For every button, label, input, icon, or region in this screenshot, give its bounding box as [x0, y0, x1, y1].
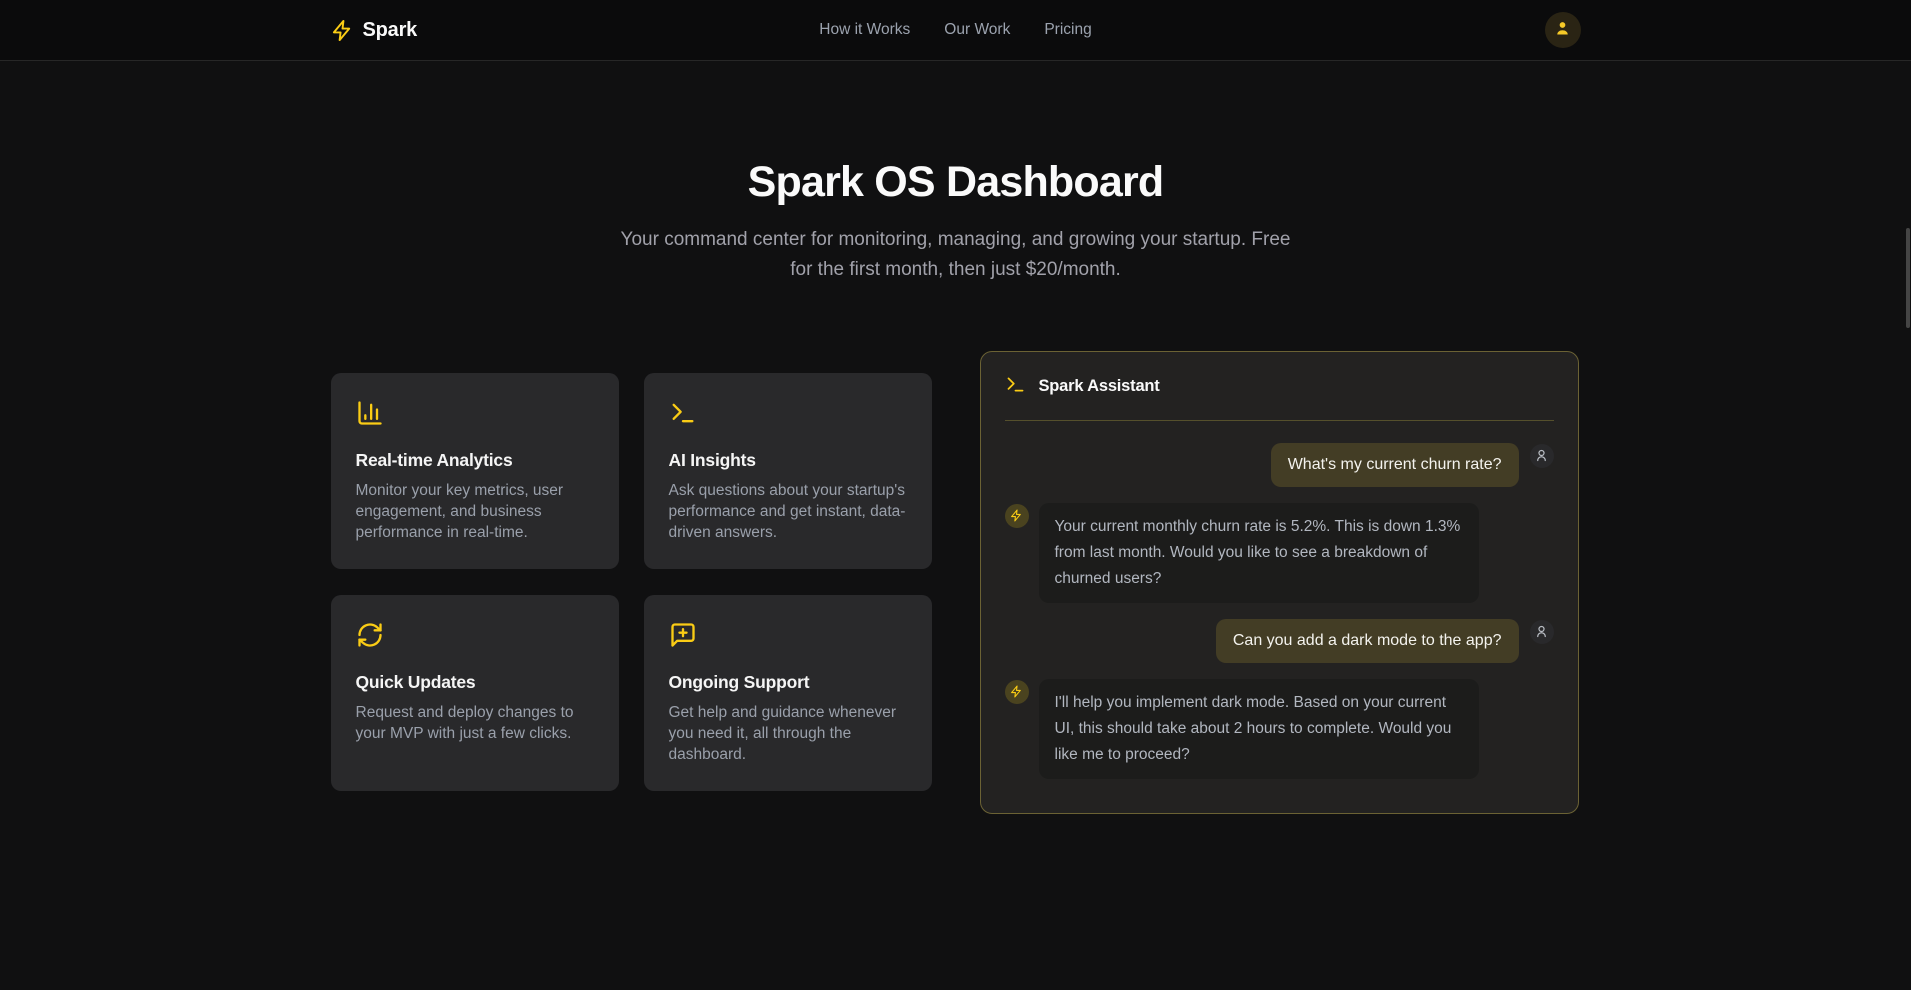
chat-message-assistant: I'll help you implement dark mode. Based…: [1005, 679, 1554, 779]
assistant-title: Spark Assistant: [1039, 377, 1160, 396]
main-nav: How it Works Our Work Pricing: [819, 21, 1091, 39]
brand-name: Spark: [363, 19, 418, 42]
terminal-icon: [1005, 374, 1026, 400]
brand-logo[interactable]: Spark: [331, 19, 418, 42]
feature-description: Ask questions about your startup's perfo…: [669, 480, 907, 543]
assistant-message-list: What's my current churn rate? Your curre…: [981, 421, 1578, 813]
user-message-bubble: Can you add a dark mode to the app?: [1216, 619, 1519, 663]
zap-icon: [1005, 680, 1029, 704]
assistant-message-bubble: I'll help you implement dark mode. Based…: [1039, 679, 1479, 779]
feature-title: Quick Updates: [356, 672, 594, 693]
bar-chart-icon: [356, 399, 384, 427]
spark-assistant-panel: Spark Assistant What's my current churn …: [980, 351, 1579, 814]
navbar: Spark How it Works Our Work Pricing: [0, 0, 1911, 61]
hero-section: Spark OS Dashboard Your command center f…: [0, 160, 1911, 285]
feature-title: AI Insights: [669, 450, 907, 471]
feature-card-ai-insights[interactable]: AI Insights Ask questions about your sta…: [644, 373, 932, 569]
user-round-icon: [1530, 444, 1554, 468]
feature-description: Monitor your key metrics, user engagemen…: [356, 480, 594, 543]
nav-link-our-work[interactable]: Our Work: [944, 21, 1010, 39]
zap-icon: [1005, 504, 1029, 528]
page-subtitle: Your command center for monitoring, mana…: [611, 225, 1301, 285]
features-grid: Real-time Analytics Monitor your key met…: [331, 373, 932, 791]
chat-message-assistant: Your current monthly churn rate is 5.2%.…: [1005, 503, 1554, 603]
feature-title: Real-time Analytics: [356, 450, 594, 471]
nav-link-how-it-works[interactable]: How it Works: [819, 21, 910, 39]
feature-description: Get help and guidance whenever you need …: [669, 702, 907, 765]
chat-message-user: Can you add a dark mode to the app?: [1005, 619, 1554, 663]
page-scrollbar-thumb[interactable]: [1906, 228, 1910, 328]
zap-icon: [331, 19, 354, 42]
feature-description: Request and deploy changes to your MVP w…: [356, 702, 594, 744]
user-message-bubble: What's my current churn rate?: [1271, 443, 1519, 487]
terminal-icon: [669, 399, 697, 427]
feature-title: Ongoing Support: [669, 672, 907, 693]
user-round-icon: [1530, 620, 1554, 644]
assistant-header: Spark Assistant: [981, 352, 1578, 420]
assistant-message-bubble: Your current monthly churn rate is 5.2%.…: [1039, 503, 1479, 603]
nav-link-pricing[interactable]: Pricing: [1044, 21, 1091, 39]
feature-card-quick-updates[interactable]: Quick Updates Request and deploy changes…: [331, 595, 619, 791]
account-avatar-button[interactable]: [1545, 12, 1581, 48]
feature-card-ongoing-support[interactable]: Ongoing Support Get help and guidance wh…: [644, 595, 932, 791]
feature-card-realtime-analytics[interactable]: Real-time Analytics Monitor your key met…: [331, 373, 619, 569]
user-icon: [1553, 19, 1572, 41]
main-section: Real-time Analytics Monitor your key met…: [0, 351, 1911, 814]
chat-message-user: What's my current churn rate?: [1005, 443, 1554, 487]
message-square-plus-icon: [669, 621, 697, 649]
refresh-icon: [356, 621, 384, 649]
page-title: Spark OS Dashboard: [0, 160, 1911, 205]
